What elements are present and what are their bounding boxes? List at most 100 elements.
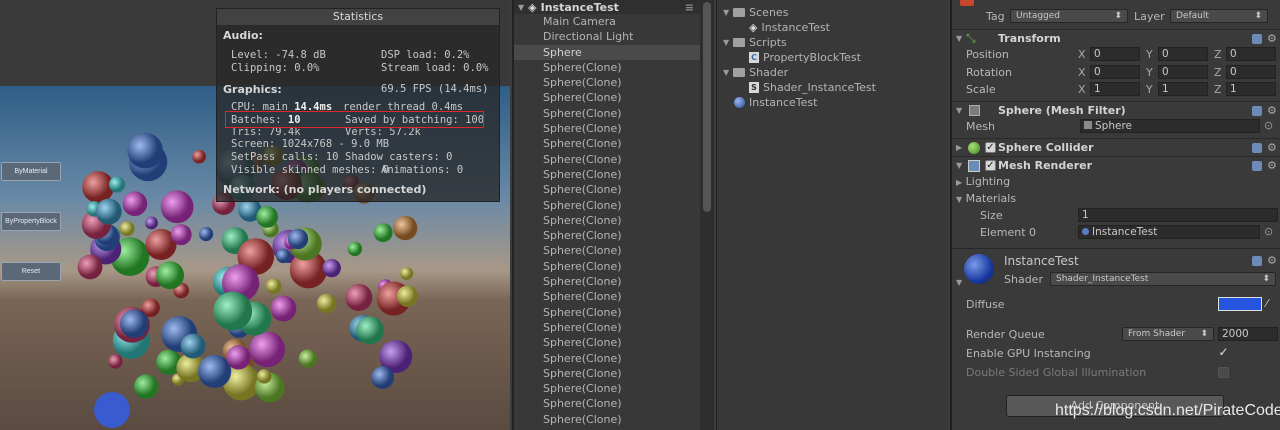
- foldout-icon[interactable]: ▼: [956, 278, 962, 287]
- lighting-foldout[interactable]: ▶ Lighting: [956, 175, 1010, 188]
- sphere-collider-checkbox[interactable]: ✓: [985, 142, 996, 153]
- sphere-collider-header[interactable]: ▶ ✓ Sphere Collider ⚙: [952, 138, 1280, 156]
- size-field[interactable]: 1: [1078, 208, 1278, 222]
- hierarchy-item[interactable]: Sphere(Clone): [514, 320, 700, 335]
- rotation-label: Rotation: [966, 66, 1013, 79]
- asset-label: InstanceTest: [749, 96, 818, 109]
- hierarchy-item[interactable]: Sphere(Clone): [514, 412, 700, 427]
- help-icon[interactable]: [1252, 160, 1262, 171]
- rotation-z-field[interactable]: 0: [1226, 65, 1276, 79]
- hierarchy-item[interactable]: Sphere(Clone): [514, 198, 700, 213]
- shader-dropdown[interactable]: Shader_InstanceTest ⬍: [1050, 272, 1276, 286]
- hierarchy-item[interactable]: Sphere(Clone): [514, 366, 700, 381]
- tag-dropdown[interactable]: Untagged ⬍: [1010, 9, 1128, 23]
- hierarchy-item[interactable]: Sphere: [514, 44, 700, 60]
- by-property-block-button[interactable]: ByPropertyBlock: [1, 212, 61, 231]
- double-sided-gi-checkbox[interactable]: [1218, 367, 1229, 378]
- expand-triangle-icon[interactable]: ▼: [518, 3, 524, 12]
- foldout-icon[interactable]: ▶: [956, 178, 962, 187]
- hierarchy-item[interactable]: Sphere(Clone): [514, 305, 700, 320]
- hierarchy-item[interactable]: Sphere(Clone): [514, 259, 700, 274]
- hierarchy-item[interactable]: Sphere(Clone): [514, 351, 700, 366]
- hierarchy-item[interactable]: Sphere(Clone): [514, 106, 700, 121]
- foldout-icon[interactable]: ▼: [956, 161, 962, 170]
- hierarchy-scrollbar[interactable]: [700, 0, 714, 430]
- hierarchy-item[interactable]: Sphere(Clone): [514, 396, 700, 411]
- diffuse-color-swatch[interactable]: [1218, 297, 1262, 311]
- foldout-icon[interactable]: ▶: [956, 143, 962, 152]
- hierarchy-item[interactable]: Sphere(Clone): [514, 228, 700, 243]
- layer-dropdown[interactable]: Default ⬍: [1170, 9, 1268, 23]
- hierarchy-item[interactable]: Sphere(Clone): [514, 90, 700, 105]
- gear-icon[interactable]: ⚙: [1267, 32, 1277, 45]
- expand-triangle-icon[interactable]: ▼: [723, 38, 729, 47]
- expand-triangle-icon[interactable]: ▼: [723, 8, 729, 17]
- hierarchy-item[interactable]: Directional Light: [514, 29, 700, 44]
- position-z-field[interactable]: 0: [1226, 47, 1276, 61]
- object-picker-icon[interactable]: ⊙: [1264, 225, 1273, 238]
- asset-shader-file[interactable]: S Shader_InstanceTest: [749, 81, 876, 94]
- mesh-field[interactable]: Sphere: [1080, 119, 1260, 133]
- scale-x-field[interactable]: 1: [1090, 82, 1140, 96]
- rotation-x-field[interactable]: 0: [1090, 65, 1140, 79]
- sphere-instance: [77, 254, 103, 280]
- hierarchy-item[interactable]: Sphere(Clone): [514, 75, 700, 90]
- foldout-icon[interactable]: ▼: [956, 34, 962, 43]
- materials-foldout[interactable]: ▼ Materials: [956, 192, 1016, 205]
- hierarchy-item[interactable]: Sphere(Clone): [514, 274, 700, 289]
- help-icon[interactable]: [1252, 33, 1262, 44]
- asset-script-file[interactable]: C PropertyBlockTest: [749, 51, 861, 64]
- hierarchy-item[interactable]: Sphere(Clone): [514, 381, 700, 396]
- hierarchy-item[interactable]: Sphere(Clone): [514, 213, 700, 228]
- hierarchy-scene-header[interactable]: ▼ ◈ InstanceTest ≡: [514, 0, 700, 14]
- gear-icon[interactable]: ⚙: [1267, 141, 1277, 154]
- help-icon[interactable]: [1252, 256, 1262, 266]
- foldout-icon[interactable]: ▼: [956, 106, 962, 115]
- mesh-filter-header[interactable]: ▼ Sphere (Mesh Filter) ⚙: [952, 101, 1280, 119]
- mesh-renderer-header[interactable]: ▼ ✓ Mesh Renderer ⚙: [952, 156, 1280, 174]
- expand-triangle-icon[interactable]: ▼: [723, 68, 729, 77]
- mesh-renderer-checkbox[interactable]: ✓: [985, 160, 996, 171]
- scale-y-field[interactable]: 1: [1158, 82, 1208, 96]
- foldout-icon[interactable]: ▼: [956, 195, 962, 204]
- rotation-y-field[interactable]: 0: [1158, 65, 1208, 79]
- sphere-instance: [347, 241, 363, 257]
- object-picker-icon[interactable]: ⊙: [1264, 119, 1273, 132]
- hierarchy-item[interactable]: Main Camera: [514, 14, 700, 29]
- help-icon[interactable]: [1252, 105, 1262, 116]
- gear-icon[interactable]: ⚙: [1267, 254, 1277, 267]
- hierarchy-item[interactable]: Sphere(Clone): [514, 243, 700, 258]
- hierarchy-item[interactable]: Sphere(Clone): [514, 136, 700, 151]
- rotation-axis-label: Z: [1214, 66, 1222, 79]
- hierarchy-item[interactable]: Sphere(Clone): [514, 335, 700, 350]
- reset-button[interactable]: Reset: [1, 262, 61, 281]
- by-material-button[interactable]: ByMaterial: [1, 162, 61, 181]
- gear-icon[interactable]: ⚙: [1267, 104, 1277, 117]
- position-y-field[interactable]: 0: [1158, 47, 1208, 61]
- position-x-field[interactable]: 0: [1090, 47, 1140, 61]
- hierarchy-item[interactable]: Sphere(Clone): [514, 182, 700, 197]
- folder-scenes[interactable]: ▼ Scenes: [723, 6, 788, 19]
- hierarchy-item[interactable]: Sphere(Clone): [514, 289, 700, 304]
- hierarchy-item[interactable]: Sphere(Clone): [514, 167, 700, 182]
- asset-material-file[interactable]: InstanceTest: [734, 96, 817, 109]
- render-queue-field[interactable]: 2000: [1218, 327, 1278, 341]
- hierarchy-item[interactable]: Sphere(Clone): [514, 121, 700, 136]
- scrollbar-thumb[interactable]: [703, 2, 711, 212]
- gear-icon[interactable]: ⚙: [1267, 159, 1277, 172]
- render-queue-mode-dropdown[interactable]: From Shader ⬍: [1122, 327, 1214, 341]
- element0-field[interactable]: InstanceTest: [1078, 225, 1260, 239]
- help-icon[interactable]: [1252, 142, 1262, 153]
- shader-label: Shader: [1004, 273, 1043, 286]
- hierarchy-item[interactable]: Sphere(Clone): [514, 60, 700, 75]
- gpu-instancing-checkbox[interactable]: ✓: [1218, 346, 1229, 359]
- hierarchy-item[interactable]: Sphere(Clone): [514, 152, 700, 167]
- transform-header[interactable]: ▼ ⤡ Transform ⚙: [952, 29, 1280, 47]
- menu-icon[interactable]: ≡: [685, 1, 694, 14]
- folder-scripts[interactable]: ▼ Scripts: [723, 36, 787, 49]
- network-status: Network: (no players connected): [223, 183, 427, 196]
- asset-scene-file[interactable]: ◈ InstanceTest: [749, 21, 830, 34]
- folder-shader[interactable]: ▼ Shader: [723, 66, 788, 79]
- scale-z-field[interactable]: 1: [1226, 82, 1276, 96]
- eyedropper-icon[interactable]: ⁄: [1266, 297, 1268, 310]
